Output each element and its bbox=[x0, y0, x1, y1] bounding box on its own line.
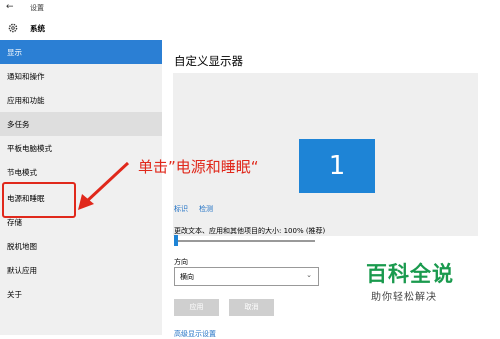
sidebar-item-display[interactable]: 显示 bbox=[0, 40, 162, 64]
sidebar-item-notifications[interactable]: 通知和操作 bbox=[0, 64, 162, 88]
sidebar-item-label: 默认应用 bbox=[7, 266, 37, 275]
highlight-box bbox=[2, 182, 76, 218]
window-title: 设置 bbox=[30, 4, 44, 12]
sidebar-item-about[interactable]: 关于 bbox=[0, 282, 162, 306]
gear-icon bbox=[8, 23, 18, 33]
section-title: 系统 bbox=[30, 24, 45, 33]
sidebar-item-label: 通知和操作 bbox=[7, 72, 45, 81]
section-header: 系统 bbox=[0, 18, 160, 38]
orientation-dropdown[interactable]: 横向 ⌄ bbox=[174, 267, 319, 286]
annotation-text: 单击”电源和睡眠“ bbox=[138, 158, 259, 176]
page-title: 自定义显示器 bbox=[174, 54, 243, 68]
detect-link[interactable]: 检测 bbox=[199, 204, 213, 214]
orientation-value: 横向 bbox=[180, 273, 194, 281]
apply-button[interactable]: 应用 bbox=[174, 299, 219, 316]
sidebar-item-label: 平板电脑模式 bbox=[7, 144, 52, 153]
main-panel: 自定义显示器 1 标识 检测 更改文本、应用和其他项目的大小: 100% (推荐… bbox=[162, 40, 500, 338]
sidebar-item-label: 节电模式 bbox=[7, 168, 37, 177]
sidebar-item-label: 显示 bbox=[7, 48, 22, 57]
orientation-label: 方向 bbox=[174, 258, 188, 266]
sidebar-item-label: 存储 bbox=[7, 218, 22, 227]
title-bar: ← 设置 bbox=[0, 0, 500, 16]
watermark-title: 百科全说 bbox=[366, 262, 454, 286]
scale-slider-track[interactable] bbox=[175, 240, 315, 242]
sidebar-item-label: 关于 bbox=[7, 290, 22, 299]
scale-slider-thumb[interactable] bbox=[174, 235, 178, 246]
back-arrow-icon[interactable]: ← bbox=[6, 2, 14, 12]
display-preview: 1 bbox=[173, 73, 478, 236]
identify-link[interactable]: 标识 bbox=[174, 204, 188, 214]
sidebar-item-apps[interactable]: 应用和功能 bbox=[0, 88, 162, 112]
chevron-down-icon: ⌄ bbox=[306, 271, 312, 279]
cancel-button[interactable]: 取消 bbox=[229, 299, 274, 316]
sidebar-item-label: 应用和功能 bbox=[7, 96, 45, 105]
sidebar-item-default-apps[interactable]: 默认应用 bbox=[0, 258, 162, 282]
scale-label: 更改文本、应用和其他项目的大小: 100% (推荐) bbox=[174, 227, 326, 235]
sidebar-item-label: 多任务 bbox=[7, 120, 30, 129]
sidebar-item-offline-maps[interactable]: 脱机地图 bbox=[0, 234, 162, 258]
monitor-tile[interactable]: 1 bbox=[299, 139, 375, 193]
watermark-subtitle: 助你轻松解决 bbox=[371, 292, 437, 303]
advanced-display-link[interactable]: 高级显示设置 bbox=[174, 329, 216, 339]
sidebar-item-label: 脱机地图 bbox=[7, 242, 37, 251]
sidebar-item-multitasking[interactable]: 多任务 bbox=[0, 112, 162, 136]
